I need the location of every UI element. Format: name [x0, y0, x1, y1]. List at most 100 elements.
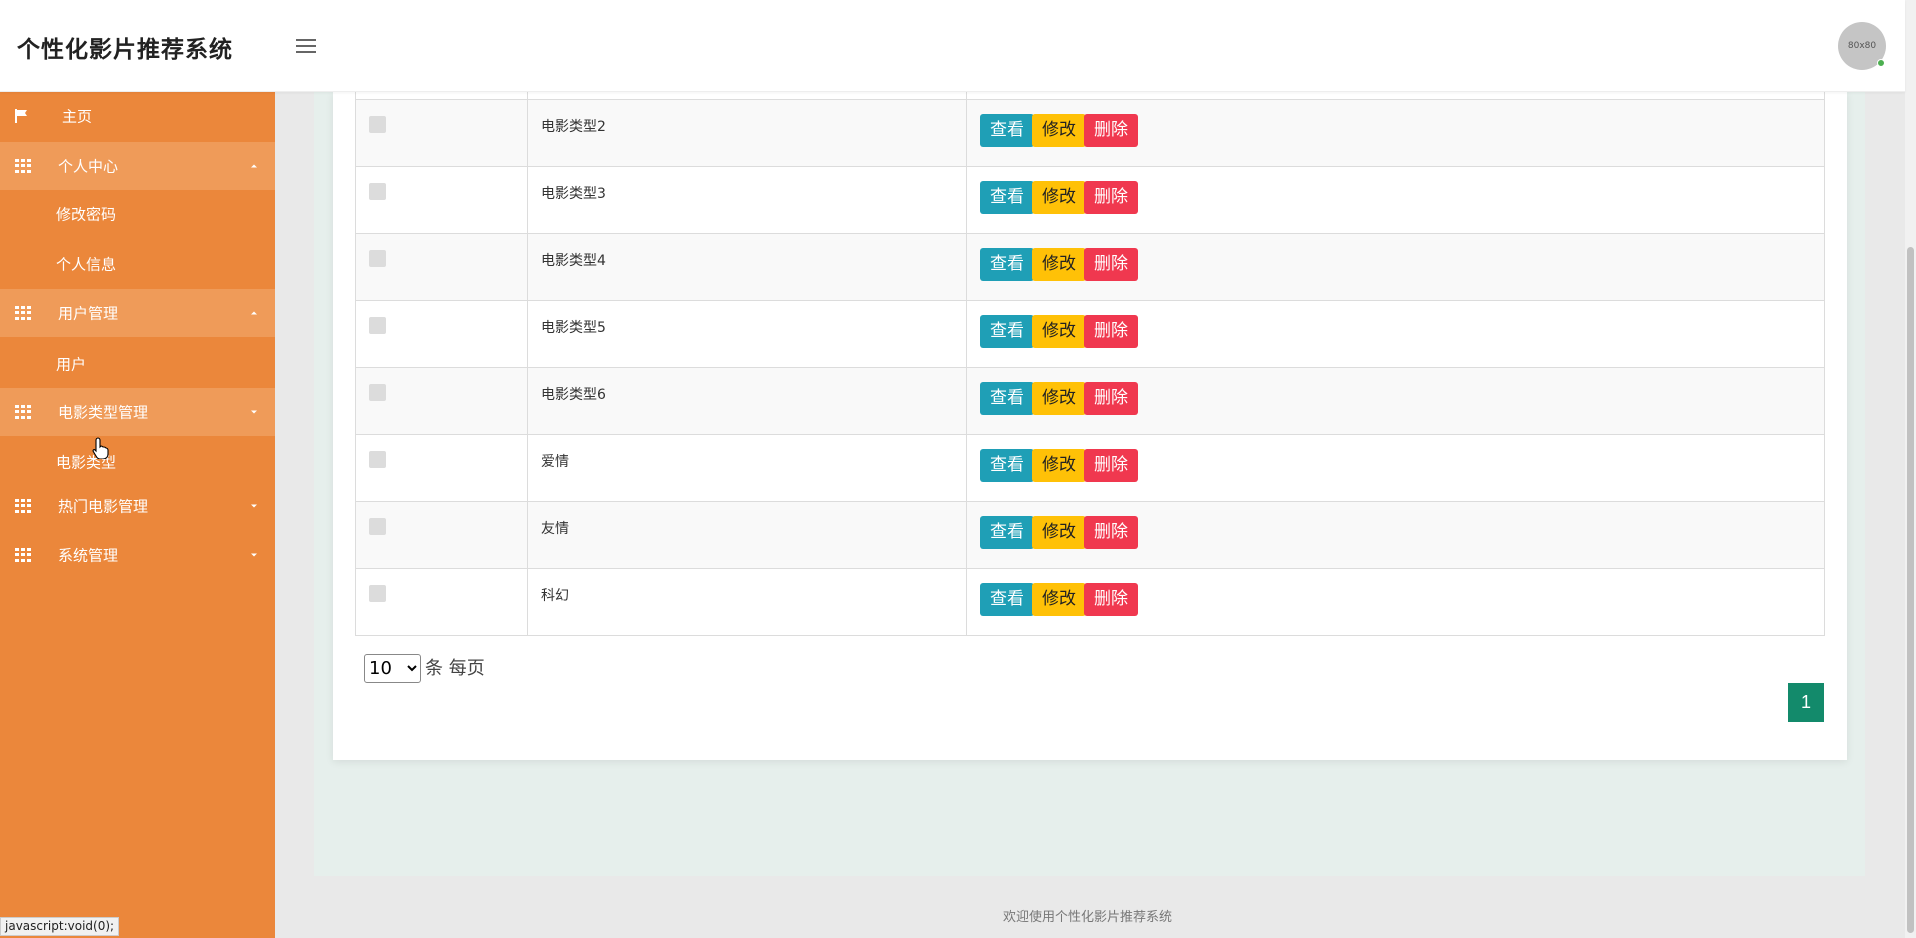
delete-button[interactable]: 删除 [1084, 515, 1138, 549]
actions-cell: 查看 修改 删除 [966, 567, 1825, 636]
type-name-cell: 友情 [527, 500, 967, 569]
edit-button[interactable]: 修改 [1032, 448, 1086, 482]
type-name-cell: 电影类型5 [527, 299, 967, 368]
grid-icon [15, 405, 31, 419]
footer-text: 欢迎使用个性化影片推荐系统 [1003, 910, 1173, 925]
hand-cursor-icon [92, 437, 109, 459]
page-size-select[interactable]: 10 [364, 654, 421, 683]
scrollbar-thumb[interactable] [1907, 247, 1914, 933]
edit-button[interactable]: 修改 [1032, 247, 1086, 281]
actions-cell: 查看 修改 删除 [966, 232, 1825, 301]
row-checkbox[interactable] [369, 115, 386, 133]
sidebar-item-system-management[interactable]: 系统管理 [0, 531, 275, 579]
view-button[interactable]: 查看 [980, 180, 1034, 214]
table-row: 电影类型5 查看 修改 删除 [355, 299, 1825, 368]
view-button[interactable]: 查看 [980, 314, 1034, 348]
view-button[interactable]: 查看 [980, 381, 1034, 415]
row-checkbox[interactable] [369, 450, 386, 468]
chevron-down-icon [251, 553, 257, 557]
sidebar-item-label: 主页 [62, 107, 93, 126]
avatar[interactable]: 80x80 [1838, 22, 1886, 70]
row-checkbox[interactable] [369, 383, 386, 401]
edit-button[interactable]: 修改 [1032, 515, 1086, 549]
sidebar-subitem-change-password[interactable]: 修改密码 [0, 190, 275, 238]
row-checkbox[interactable] [369, 316, 386, 334]
browser-status-url: javascript:void(0); [0, 917, 120, 936]
sidebar-item-label: 系统管理 [58, 546, 119, 565]
page-size-control: 10 条 每页 [364, 654, 485, 683]
actions-cell: 查看 修改 删除 [966, 165, 1825, 234]
row-checkbox[interactable] [369, 249, 386, 267]
checkbox-cell [355, 366, 528, 435]
sidebar-subitem-user[interactable]: 用户 [0, 340, 275, 388]
menu-toggle-icon[interactable] [294, 36, 318, 56]
sidebar-item-label: 热门电影管理 [58, 497, 149, 516]
type-name-cell: 爱情 [527, 433, 967, 502]
delete-button[interactable]: 删除 [1084, 314, 1138, 348]
delete-button[interactable]: 删除 [1084, 180, 1138, 214]
type-name-cell: 科幻 [527, 567, 967, 636]
sidebar-subitem-movie-type[interactable]: 电影类型 [0, 438, 275, 486]
type-name-cell: 电影类型6 [527, 366, 967, 435]
row-checkbox[interactable] [369, 584, 386, 602]
type-name: 电影类型2 [541, 118, 606, 135]
delete-button[interactable]: 删除 [1084, 247, 1138, 281]
sidebar-item-user-management[interactable]: 用户管理 [0, 289, 275, 337]
checkbox-cell [355, 98, 528, 167]
checkbox-cell [355, 232, 528, 301]
delete-button[interactable]: 删除 [1084, 381, 1138, 415]
table-row: 电影类型2 查看 修改 删除 [355, 98, 1825, 167]
type-name: 友情 [541, 520, 569, 537]
actions-cell: 查看 修改 删除 [966, 98, 1825, 167]
brand-title: 个性化影片推荐系统 [17, 37, 233, 63]
edit-button[interactable]: 修改 [1032, 381, 1086, 415]
edit-button[interactable]: 修改 [1032, 180, 1086, 214]
top-header: 个性化影片推荐系统 80x80 [0, 0, 1905, 92]
checkbox-cell [355, 500, 528, 569]
avatar-placeholder-text: 80x80 [1847, 41, 1877, 51]
sidebar-item-label: 用户管理 [58, 304, 119, 323]
checkbox-cell [355, 165, 528, 234]
actions-cell: 查看 修改 删除 [966, 500, 1825, 569]
sidebar-item-movie-type-management[interactable]: 电影类型管理 [0, 388, 275, 436]
view-button[interactable]: 查看 [980, 582, 1034, 616]
view-button[interactable]: 查看 [980, 247, 1034, 281]
delete-button[interactable]: 删除 [1084, 448, 1138, 482]
page-number-button[interactable]: 1 [1788, 683, 1824, 722]
flag-icon [15, 109, 27, 123]
sidebar-item-label: 个人中心 [58, 157, 119, 176]
sidebar-item-label: 电影类型管理 [58, 403, 149, 422]
actions-cell: 查看 修改 删除 [966, 433, 1825, 502]
delete-button[interactable]: 删除 [1084, 582, 1138, 616]
sidebar-item-personal-center[interactable]: 个人中心 [0, 142, 275, 190]
sidebar-subitem-label: 用户 [56, 355, 87, 374]
type-name: 电影类型4 [541, 252, 606, 269]
grid-icon [15, 548, 31, 562]
chevron-up-icon [251, 164, 257, 168]
row-checkbox[interactable] [369, 182, 386, 200]
grid-icon [15, 306, 31, 320]
sidebar-subitem-label: 个人信息 [56, 255, 117, 274]
actions-cell: 查看 修改 删除 [966, 299, 1825, 368]
edit-button[interactable]: 修改 [1032, 314, 1086, 348]
type-name: 电影类型6 [541, 386, 606, 403]
grid-icon [15, 159, 31, 173]
edit-button[interactable]: 修改 [1032, 582, 1086, 616]
type-name: 电影类型5 [541, 319, 606, 336]
view-button[interactable]: 查看 [980, 448, 1034, 482]
type-name-cell: 电影类型3 [527, 165, 967, 234]
row-checkbox[interactable] [369, 517, 386, 535]
type-name: 科幻 [541, 587, 569, 604]
sidebar-item-home[interactable]: 主页 [0, 92, 275, 140]
view-button[interactable]: 查看 [980, 515, 1034, 549]
delete-button[interactable]: 删除 [1084, 113, 1138, 147]
table-row: 电影类型6 查看 修改 删除 [355, 366, 1825, 435]
sidebar-item-hot-movie-management[interactable]: 热门电影管理 [0, 482, 275, 530]
table-row: 爱情 查看 修改 删除 [355, 433, 1825, 502]
grid-icon [15, 499, 31, 513]
view-button[interactable]: 查看 [980, 113, 1034, 147]
edit-button[interactable]: 修改 [1032, 113, 1086, 147]
table-row: 电影类型4 查看 修改 删除 [355, 232, 1825, 301]
sidebar-subitem-personal-info[interactable]: 个人信息 [0, 240, 275, 288]
table-row: 友情 查看 修改 删除 [355, 500, 1825, 569]
